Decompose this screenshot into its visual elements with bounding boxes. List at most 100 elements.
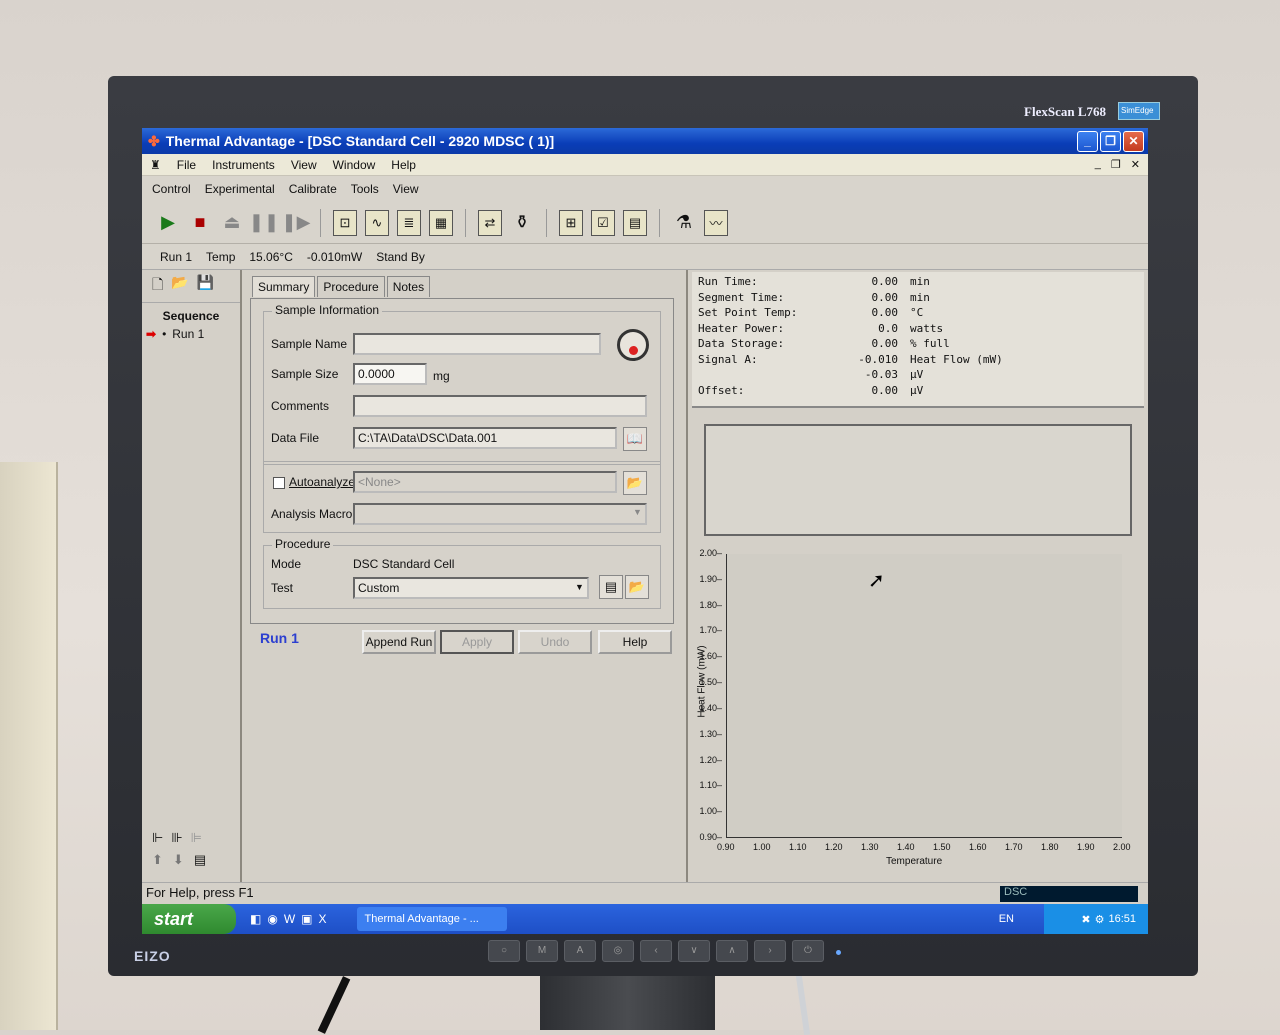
signal-display-box <box>704 424 1132 536</box>
save-icon[interactable]: 💾 <box>197 274 214 298</box>
move-down-icon[interactable]: ⬇ <box>173 852 184 868</box>
tree-branch-icon[interactable]: ⊪ <box>171 830 182 846</box>
tab-procedure[interactable]: Procedure <box>317 276 385 297</box>
comments-input[interactable] <box>353 395 647 417</box>
status-state: Stand By <box>376 249 425 264</box>
chevron-down-icon[interactable]: ▼ <box>633 507 642 517</box>
tree-icon[interactable]: ⊩ <box>152 830 163 846</box>
excel-icon[interactable]: X <box>319 912 327 926</box>
desktop-icon[interactable]: ◧ <box>250 912 261 926</box>
menu-view2[interactable]: View <box>393 182 419 196</box>
tab-notes[interactable]: Notes <box>386 276 431 297</box>
append-run-button[interactable]: Append Run <box>362 630 436 654</box>
tree-disabled-icon[interactable]: ⊫ <box>191 830 202 846</box>
system-tray: ✖ ⚙ 16:51 <box>1044 904 1148 934</box>
sequence-item-run1[interactable]: ➡ • Run 1 <box>142 327 240 341</box>
power-button[interactable]: ⏻ <box>792 940 824 962</box>
help-button[interactable]: Help <box>598 630 672 654</box>
tray-icon[interactable]: ⚙ <box>1095 913 1105 926</box>
chevron-down-icon[interactable]: ▼ <box>575 582 584 592</box>
readout-row: Segment Time: 0.00 min <box>698 291 1138 307</box>
word-icon[interactable]: W <box>284 912 295 926</box>
tray-icon[interactable]: ✖ <box>1081 913 1090 926</box>
close-button[interactable]: ✕ <box>1123 130 1144 152</box>
x-tick-label: 0.90 <box>717 842 735 852</box>
autoanalyze-checkbox[interactable] <box>273 477 285 489</box>
taskbar-item-thermal-advantage[interactable]: Thermal Advantage - ... <box>356 907 507 931</box>
x-tick-label: 1.70 <box>1005 842 1023 852</box>
menu-help[interactable]: Help <box>391 158 416 172</box>
edit-procedure-icon[interactable]: ▤ <box>599 575 623 599</box>
autoanalyze-input[interactable]: <None> <box>353 471 617 493</box>
play-icon[interactable]: ▶ <box>156 210 180 236</box>
open-analysis-icon[interactable]: 📂 <box>623 471 647 495</box>
bezel-button[interactable]: A <box>564 940 596 962</box>
menu-control[interactable]: Control <box>152 182 191 196</box>
table-view-icon[interactable]: ▦ <box>429 209 453 236</box>
sample-name-input[interactable] <box>353 333 601 355</box>
child-restore-button[interactable]: ❐ <box>1111 158 1121 171</box>
move-up-icon[interactable]: ⬆ <box>152 852 163 868</box>
help-text: For Help, press F1 <box>146 885 254 900</box>
instrument-view-icon[interactable]: ⊡ <box>333 209 357 236</box>
next-segment-icon[interactable]: ❚▶ <box>282 210 311 236</box>
menu-window[interactable]: Window <box>333 158 376 172</box>
sample-target-icon[interactable] <box>617 329 649 361</box>
data-file-label: Data File <box>271 431 320 445</box>
sample-pan-icon[interactable]: ⚱ <box>510 210 534 236</box>
undo-button[interactable]: Undo <box>518 630 592 654</box>
y-tick-label: 0.90– <box>699 832 722 842</box>
eject-icon[interactable]: ⏏ <box>220 210 244 236</box>
open-procedure-icon[interactable]: 📂 <box>625 575 649 599</box>
minimize-button[interactable]: _ <box>1077 130 1098 152</box>
data-file-input[interactable]: C:\TA\Data\DSC\Data.001 <box>353 427 617 449</box>
graph-view-icon[interactable]: ∿ <box>365 209 389 236</box>
bezel-button[interactable]: ∧ <box>716 940 748 962</box>
bezel-button[interactable]: ∨ <box>678 940 710 962</box>
menu-experimental[interactable]: Experimental <box>205 182 275 196</box>
stop-icon[interactable]: ■ <box>188 210 212 236</box>
menu-icon[interactable]: ♜ <box>150 158 161 172</box>
analysis-macro-select[interactable] <box>353 503 647 525</box>
test-select[interactable]: Custom <box>353 577 589 599</box>
language-indicator[interactable]: EN <box>999 913 1014 925</box>
signal-plot-icon[interactable]: 〰 <box>704 209 728 236</box>
readout-row: Offset: 0.00 µV <box>698 384 1138 400</box>
list-view-icon[interactable]: ≣ <box>397 209 421 236</box>
browser-icon[interactable]: ◉ <box>267 912 277 926</box>
menu-view[interactable]: View <box>291 158 317 172</box>
calculator-icon[interactable]: ▤ <box>623 209 647 236</box>
powerpoint-icon[interactable]: ▣ <box>301 912 312 926</box>
grid-icon[interactable]: ⊞ <box>559 209 583 236</box>
menu-file[interactable]: File <box>177 158 196 172</box>
report-icon[interactable]: ▤ <box>194 852 206 868</box>
menu-tools[interactable]: Tools <box>351 182 379 196</box>
menu-calibrate[interactable]: Calibrate <box>289 182 337 196</box>
start-button[interactable]: start <box>142 904 236 934</box>
y-tick-label: 1.50– <box>699 677 722 688</box>
child-minimize-button[interactable]: _ <box>1095 158 1101 171</box>
x-tick-label: 2.00 <box>1113 842 1131 852</box>
new-file-icon[interactable]: 🗋 <box>152 274 163 298</box>
child-close-button[interactable]: ✕ <box>1131 158 1140 171</box>
readout-label: Offset: <box>698 383 745 397</box>
mode-icon[interactable]: ⇄ <box>478 209 502 236</box>
open-folder-icon[interactable]: 📂 <box>171 274 188 298</box>
readout-unit: watts <box>910 321 944 335</box>
readout-label: Data Storage: <box>698 337 785 350</box>
instrument-signals-pane: Run Time: 0.00 min Segment Time: 0.00 min Se… <box>686 270 1148 882</box>
analysis-icon[interactable]: ⚗ <box>672 210 696 236</box>
checklist-icon[interactable]: ☑ <box>591 209 615 236</box>
browse-file-icon[interactable]: 📖 <box>623 427 647 451</box>
bezel-button[interactable]: ◎ <box>602 940 634 962</box>
tab-summary[interactable]: Summary <box>252 276 316 297</box>
apply-button[interactable]: Apply <box>440 630 514 654</box>
bezel-button[interactable]: › <box>754 940 786 962</box>
bezel-button[interactable]: M <box>526 940 558 962</box>
bezel-button[interactable]: ‹ <box>640 940 672 962</box>
menu-instruments[interactable]: Instruments <box>212 158 275 172</box>
pause-icon[interactable]: ❚❚ <box>249 210 279 236</box>
sample-size-input[interactable]: 0.0000 <box>353 363 427 385</box>
bezel-button[interactable]: ○ <box>488 940 520 962</box>
maximize-button[interactable]: ❐ <box>1100 130 1121 152</box>
